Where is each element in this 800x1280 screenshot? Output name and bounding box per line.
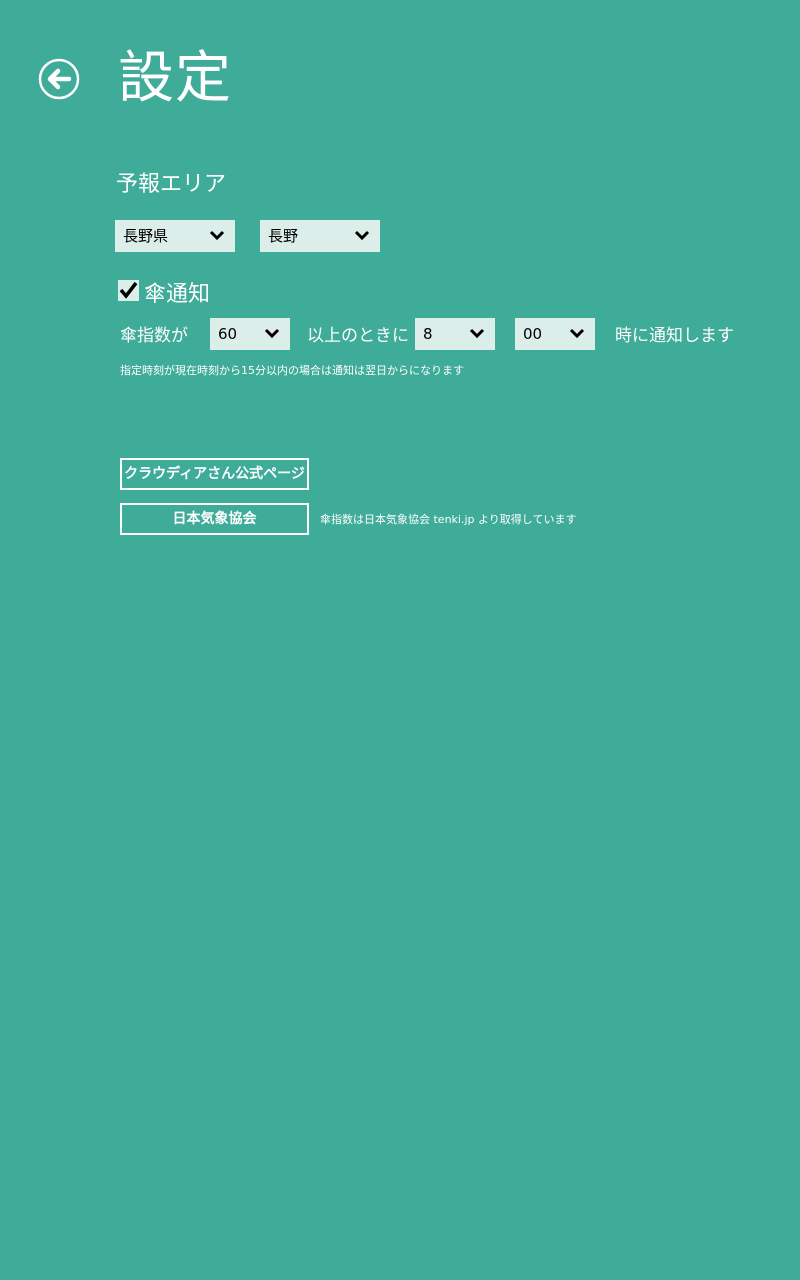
threshold-text: 以上のときに [307,326,409,346]
notify-minute-select-value: 00 [523,325,543,343]
chevron-down-icon [569,318,585,350]
notify-hour-select[interactable]: 8 [415,318,495,350]
notify-minute-select[interactable]: 00 [515,318,595,350]
umbrella-index-select-value: 60 [218,325,238,343]
prefecture-select[interactable]: 長野県 [115,220,235,252]
forecast-area-label: 予報エリア [116,172,227,197]
chevron-down-icon [354,220,370,252]
notification-note: 指定時刻が現在時刻から15分以内の場合は通知は翌日からになります [120,364,464,377]
back-arrow-circle-icon [38,58,80,100]
umbrella-index-prefix: 傘指数が [120,326,188,346]
umbrella-notification-checkbox[interactable] [118,280,139,301]
umbrella-notification-label: 傘通知 [144,282,211,307]
claudia-official-page-button[interactable]: クラウディアさん公式ページ [120,458,309,490]
prefecture-select-value: 長野県 [123,227,169,245]
jwa-button[interactable]: 日本気象協会 [120,503,309,535]
notify-hour-select-value: 8 [423,325,433,343]
source-note: 傘指数は日本気象協会 tenki.jp より取得しています [320,513,577,526]
chevron-down-icon [264,318,280,350]
chevron-down-icon [469,318,485,350]
chevron-down-icon [209,220,225,252]
city-select[interactable]: 長野 [260,220,380,252]
notify-suffix-text: 時に通知します [615,326,734,346]
city-select-value: 長野 [268,227,299,245]
checkmark-icon [118,280,139,301]
umbrella-index-select[interactable]: 60 [210,318,290,350]
page-title: 設定 [118,46,232,111]
back-button[interactable] [38,58,80,100]
